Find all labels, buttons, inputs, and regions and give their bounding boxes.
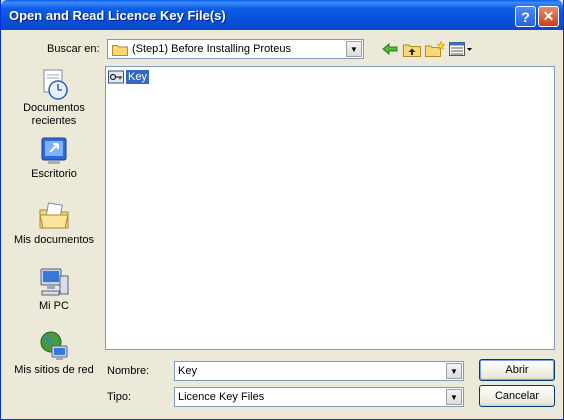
filetype-dropdown[interactable]: Licence Key Files ▼	[174, 387, 464, 407]
chevron-down-icon[interactable]: ▼	[446, 363, 462, 379]
filename-input[interactable]: Key ▼	[174, 361, 464, 381]
view-menu-button[interactable]	[449, 40, 473, 58]
file-item-key[interactable]: Key	[108, 69, 149, 85]
help-button[interactable]: ?	[515, 6, 536, 27]
filename-value: Key	[178, 365, 197, 377]
place-desktop-label: Escritorio	[31, 168, 77, 180]
lookin-value: (Step1) Before Installing Proteus	[132, 43, 291, 55]
my-documents-icon	[39, 202, 69, 229]
file-name: Key	[126, 70, 149, 84]
place-network[interactable]: Mis sitios de red	[6, 330, 102, 377]
lookin-dropdown[interactable]: (Step1) Before Installing Proteus ▼	[107, 39, 364, 59]
folder-icon	[112, 45, 128, 56]
place-my-computer[interactable]: Mi PC	[6, 266, 102, 313]
network-places-icon	[40, 331, 68, 360]
open-dialog-window: Open and Read Licence Key File(s) ? ✕ Bu…	[0, 0, 564, 420]
window-title: Open and Read Licence Key File(s)	[9, 8, 226, 23]
view-menu-icon	[449, 42, 472, 56]
filetype-label: Tipo:	[107, 391, 132, 403]
chevron-down-icon[interactable]: ▼	[446, 389, 462, 405]
place-my-computer-label: Mi PC	[39, 300, 69, 312]
place-network-label: Mis sitios de red	[14, 364, 94, 376]
new-folder-button[interactable]	[425, 40, 445, 58]
place-my-documents[interactable]: Mis documentos	[6, 200, 102, 247]
place-recent-documents-label: Documentos recientes	[23, 102, 85, 127]
recent-documents-icon	[43, 69, 68, 100]
filename-label: Nombre:	[107, 365, 150, 377]
place-my-documents-label: Mis documentos	[13, 234, 95, 246]
back-arrow-icon	[382, 42, 398, 56]
place-desktop[interactable]: Escritorio	[6, 134, 102, 181]
place-recent-documents[interactable]: Documentos recientes	[6, 68, 102, 128]
lookin-label: Buscar en:	[47, 43, 100, 55]
file-list[interactable]: Key	[105, 66, 555, 350]
my-computer-icon	[40, 268, 69, 296]
up-folder-button[interactable]	[403, 40, 421, 58]
new-folder-icon	[425, 41, 445, 57]
chevron-down-icon[interactable]: ▼	[346, 41, 362, 57]
filetype-value: Licence Key Files	[178, 391, 265, 403]
cancel-button[interactable]: Cancelar	[479, 385, 555, 407]
title-bar[interactable]: Open and Read Licence Key File(s) ? ✕	[1, 0, 563, 30]
close-button[interactable]: ✕	[538, 6, 559, 27]
desktop-icon	[41, 137, 67, 164]
back-button[interactable]	[381, 40, 399, 58]
up-folder-icon	[403, 44, 421, 57]
open-button[interactable]: Abrir	[479, 359, 555, 381]
key-file-icon	[108, 70, 124, 84]
places-bar: Documentos recientes Escritorio Mis docu…	[6, 62, 102, 384]
